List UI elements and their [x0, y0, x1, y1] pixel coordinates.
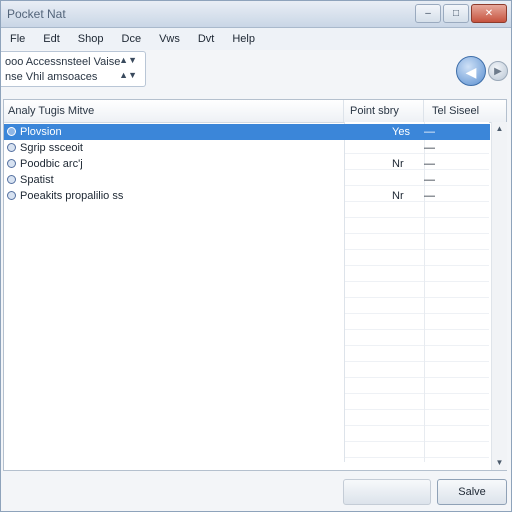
item-point: Nr [392, 190, 404, 202]
item-icon [7, 175, 16, 184]
option-row-1: ooo Accessnsteel Vaise [5, 56, 121, 68]
item-tel: — [424, 142, 435, 154]
secondary-button[interactable] [343, 479, 431, 505]
title-bar: Pocket Nat – □ ✕ [1, 1, 511, 28]
item-tel: — [424, 126, 435, 138]
spinner-icon[interactable]: ▲▼ [119, 70, 137, 80]
item-tel: — [424, 190, 435, 202]
options-panel: ooo Accessnsteel Vaise ▲▼ nse Vhil amsoa… [1, 51, 146, 87]
column-header-name[interactable]: Analy Tugis Mitve [4, 100, 344, 122]
save-button[interactable]: Salve [437, 479, 507, 505]
item-tel: — [424, 158, 435, 170]
column-header-row: Analy Tugis Mitve Point sbry Tel Siseel [4, 100, 506, 123]
item-tel: — [424, 174, 435, 186]
maximize-button[interactable]: □ [443, 4, 469, 23]
menu-item-dvt[interactable]: Dvt [189, 28, 224, 50]
column-header-point[interactable]: Point sbry [344, 100, 424, 122]
scroll-up-icon[interactable]: ▲ [492, 122, 507, 136]
back-arrow-icon[interactable]: ◀ [456, 56, 486, 86]
forward-arrow-icon[interactable]: ▶ [488, 61, 508, 81]
option-row-2: nse Vhil amsoaces [5, 71, 98, 83]
item-name: Sgrip ssceoit [20, 142, 83, 154]
scroll-down-icon[interactable]: ▼ [492, 456, 507, 470]
column-header-tel[interactable]: Tel Siseel [424, 100, 491, 122]
menu-item-edit[interactable]: Edt [34, 28, 69, 50]
menu-item-views[interactable]: Vws [150, 28, 189, 50]
menu-item-file[interactable]: Fle [1, 28, 34, 50]
item-point: Nr [392, 158, 404, 170]
menu-item-doc[interactable]: Dce [113, 28, 151, 50]
results-list: Analy Tugis Mitve Point sbry Tel Siseel … [3, 99, 507, 471]
menu-item-help[interactable]: Help [223, 28, 264, 50]
close-button[interactable]: ✕ [471, 4, 507, 23]
item-name: Poodbic arc'j [20, 158, 83, 170]
list-item[interactable]: Poodbic arc'j Nr — [4, 156, 490, 172]
minimize-button[interactable]: – [415, 4, 441, 23]
item-name: Plovsion [20, 126, 62, 138]
item-point: Yes [392, 126, 410, 138]
vertical-scrollbar[interactable]: ▲ ▼ [491, 122, 507, 470]
list-item[interactable]: Sgrip ssceoit — [4, 140, 490, 156]
item-icon [7, 191, 16, 200]
list-item[interactable]: Poeakits propalilio ss Nr — [4, 188, 490, 204]
item-icon [7, 143, 16, 152]
spinner-icon[interactable]: ▲▼ [119, 55, 137, 65]
item-name: Spatist [20, 174, 54, 186]
window-controls: – □ ✕ [415, 4, 507, 23]
item-name: Poeakits propalilio ss [20, 190, 124, 202]
menu-bar: Fle Edt Shop Dce Vws Dvt Help [1, 28, 511, 50]
item-icon [7, 127, 16, 136]
menu-item-shop[interactable]: Shop [69, 28, 113, 50]
list-item[interactable]: Plovsion Yes — [4, 124, 490, 140]
app-window: Pocket Nat – □ ✕ Fle Edt Shop Dce Vws Dv… [0, 0, 512, 512]
item-icon [7, 159, 16, 168]
list-item[interactable]: Spatist — [4, 172, 490, 188]
window-title: Pocket Nat [7, 7, 66, 21]
